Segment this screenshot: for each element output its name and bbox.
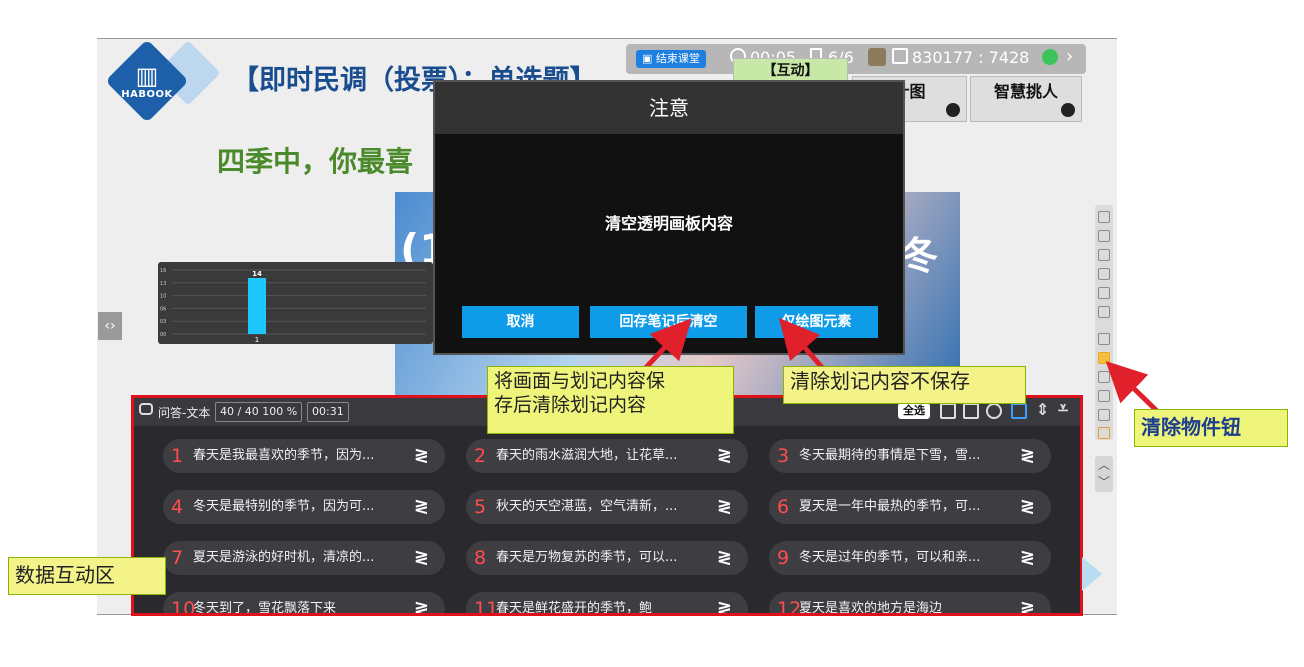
- callout-save-and-clear: 将画面与划记内容保 存后清除划记内容: [487, 366, 734, 434]
- arrow-remove-button: [1105, 361, 1160, 414]
- callout-save-line2: 存后清除划记内容: [494, 394, 647, 416]
- callout-arrows: [638, 317, 1160, 414]
- callout-save-line1: 将画面与划记内容保: [494, 370, 666, 392]
- callout-data-area: 数据互动区: [8, 557, 166, 595]
- callout-remove-objects: 清除物件钮: [1134, 409, 1288, 447]
- callout-clear-without-save: 清除划记内容不保存: [783, 366, 1026, 404]
